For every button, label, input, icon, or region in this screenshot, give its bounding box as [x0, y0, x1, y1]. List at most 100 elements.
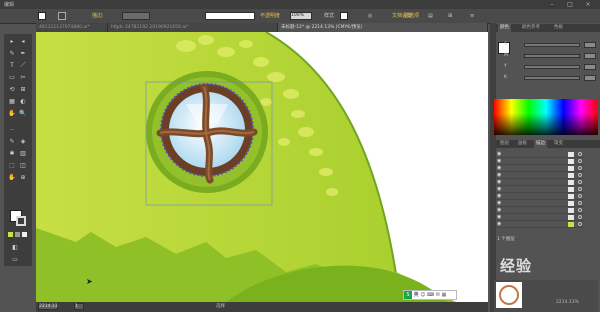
type-tool-icon[interactable]: T — [7, 62, 17, 70]
zoom-tool-icon[interactable]: 🔍 — [18, 110, 28, 118]
magnify-icon[interactable]: ⊕ — [18, 174, 28, 182]
graph-tool-icon[interactable]: ▦ — [7, 98, 17, 106]
tab-doc-2[interactable]: hfgdc 24782192 20190921650.ai* — [108, 23, 278, 32]
tab-stroke[interactable]: 描边 — [534, 140, 547, 148]
navigator-zoom[interactable]: 2214.13% — [556, 300, 579, 305]
more-tools-icon[interactable]: ⋯ — [7, 126, 17, 134]
slider-k[interactable]: K — [504, 75, 596, 81]
arrange-icon[interactable]: ⊞ — [448, 12, 452, 20]
eye-icon: ◉ — [497, 165, 502, 171]
menu-icon[interactable]: ≡ — [470, 12, 474, 20]
cursor-icon: ➤ — [86, 277, 93, 286]
minimize-icon[interactable]: – — [546, 0, 558, 9]
document-tabs: 481111137074880.ai* hfgdc 24782192 20190… — [36, 23, 488, 32]
ime-mode[interactable]: 英 — [414, 292, 419, 298]
fill-swatch[interactable] — [38, 12, 46, 20]
eye-icon: ◉ — [497, 158, 502, 164]
slider-y[interactable]: Y — [504, 64, 596, 70]
opacity-field[interactable]: 100% — [290, 12, 312, 20]
layer-row[interactable]: ◉ — [496, 151, 584, 158]
layer-row[interactable]: ◉ — [496, 172, 584, 179]
pen-tool-icon[interactable]: ✎ — [7, 50, 17, 58]
navigator-panel: 2214.13% — [494, 280, 598, 312]
layer-row[interactable]: ◉ — [496, 179, 584, 186]
layer-row[interactable]: ◉ — [496, 214, 584, 221]
tab-color-guide[interactable]: 颜色参考 — [520, 24, 542, 32]
tab-gradient[interactable]: 渐变 — [552, 140, 565, 148]
gradient-mode-icon[interactable] — [15, 232, 20, 237]
slice-tool-icon[interactable]: ◫ — [18, 162, 28, 170]
ime-logo-icon: S — [404, 291, 412, 299]
eye-icon: ◉ — [497, 186, 502, 192]
stroke-color-icon[interactable] — [16, 216, 26, 226]
tab-doc-active[interactable]: 未标题-12* @ 2214.13% (CMYK/预览) — [278, 23, 488, 32]
none-mode-icon[interactable] — [22, 232, 27, 237]
color-mode-icon[interactable] — [8, 232, 13, 237]
canvas[interactable]: ➤ — [36, 32, 488, 302]
zoom-field[interactable]: 2214.13 — [38, 303, 58, 310]
rectangle-tool-icon[interactable]: ▭ — [7, 74, 17, 82]
style-label: 样式 — [324, 13, 335, 19]
layer-row[interactable]: ◉ — [496, 158, 584, 165]
tab-layers[interactable]: 图层 — [498, 140, 511, 148]
screen-mode-icon[interactable]: ▭ — [10, 256, 20, 264]
close-icon[interactable]: × — [582, 0, 594, 9]
globe-icon[interactable]: ◎ — [368, 12, 372, 20]
line-tool-icon[interactable]: ／ — [18, 62, 28, 70]
tool-mode-label: 选择 — [216, 304, 225, 309]
slider-c[interactable]: C — [504, 42, 596, 48]
navigator-thumbnail[interactable] — [496, 282, 522, 308]
layer-row[interactable]: ◉ — [496, 193, 584, 200]
rotate-tool-icon[interactable]: ⟲ — [7, 86, 17, 94]
tab-swatches[interactable]: 色板 — [552, 24, 565, 32]
layer-row[interactable]: ◉ — [496, 207, 584, 214]
curvature-tool-icon[interactable]: ✒ — [18, 50, 28, 58]
edit-menu[interactable]: 编辑 — [4, 1, 14, 8]
eye-icon: ◉ — [497, 179, 502, 185]
title-bar: 编辑 – □ × — [0, 0, 600, 9]
opacity-label: 不透明度 — [260, 13, 281, 19]
blend-tool-icon[interactable]: ◈ — [18, 138, 28, 146]
color-spectrum[interactable] — [494, 99, 598, 135]
stroke-swatch[interactable] — [58, 12, 66, 20]
layer-row[interactable]: ◉ — [496, 165, 584, 172]
maximize-icon[interactable]: □ — [564, 0, 576, 9]
artboard-tool-icon[interactable]: ⬚ — [7, 162, 17, 170]
tab-artboards[interactable]: 画板 — [516, 140, 529, 148]
slider-m[interactable]: M — [504, 53, 596, 59]
hand-tool-icon[interactable]: ✋ — [7, 110, 17, 118]
direct-selection-tool-icon[interactable]: ◂ — [18, 38, 28, 46]
ime-bar[interactable]: S 英 ☺ ⌨ ✉ ▦ — [403, 290, 457, 300]
control-bar: 描边: 不透明度 100% 样式 ◎ 文档设置 首选项 ▤ ⊞ ≡ — [0, 9, 600, 24]
shape-builder-icon[interactable]: ⊞ — [18, 86, 28, 94]
style-swatch[interactable] — [340, 12, 348, 20]
selection-tool-icon[interactable]: ▸ — [7, 38, 17, 46]
align-icon[interactable]: ▤ — [428, 12, 433, 20]
stroke-weight-field[interactable] — [122, 12, 150, 20]
ime-tools-icon[interactable]: ☺ ⌨ ✉ ▦ — [420, 292, 446, 298]
prefs-button[interactable]: 首选项 — [404, 12, 419, 20]
page-field[interactable]: 1 — [74, 303, 84, 310]
stroke-label: 描边: — [92, 13, 104, 19]
tab-color[interactable]: 颜色 — [498, 24, 511, 32]
column-graph-icon[interactable]: ▥ — [18, 150, 28, 158]
tools-panel: ▸ ◂ ✎ ✒ T ／ ▭ ✂ ⟲ ⊞ ▦ ◐ ✋ 🔍 ⋯ ✎ ◈ ✱ ▥ ⬚ … — [4, 34, 32, 266]
layer-row[interactable]: ◉ — [496, 221, 584, 228]
tab-doc-1[interactable]: 481111137074880.ai* — [36, 23, 108, 32]
gradient-tool-icon[interactable]: ◐ — [18, 98, 28, 106]
window[interactable] — [146, 71, 268, 193]
scissors-tool-icon[interactable]: ✂ — [18, 74, 28, 82]
eye-icon: ◉ — [497, 172, 502, 178]
draw-mode-icon[interactable]: ◧ — [10, 244, 20, 252]
layers-panel-tabs: 图层 画板 描边 渐变 — [496, 140, 600, 148]
layer-row[interactable]: ◉ — [496, 200, 584, 207]
eye-icon: ◉ — [497, 214, 502, 220]
status-bar: 2214.13 1 选择 — [36, 302, 488, 312]
stroke-profile[interactable] — [205, 12, 255, 20]
hand-icon[interactable]: ✋ — [7, 174, 17, 182]
layer-row[interactable]: ◉ — [496, 186, 584, 193]
eyedropper-icon[interactable]: ✎ — [7, 138, 17, 146]
symbol-sprayer-icon[interactable]: ✱ — [7, 150, 17, 158]
eye-icon: ◉ — [497, 207, 502, 213]
eye-icon: ◉ — [497, 193, 502, 199]
